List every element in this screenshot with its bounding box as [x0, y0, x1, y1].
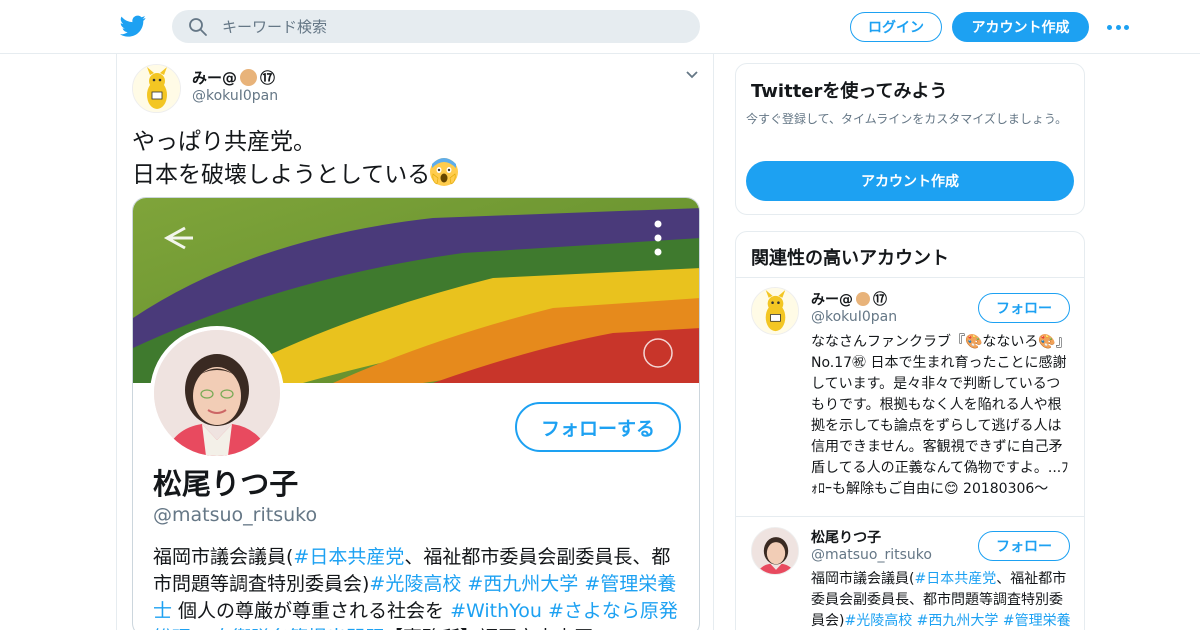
profile-handle: @matsuo_ritsuko: [153, 504, 318, 526]
signup-card-desc: 今すぐ登録して、タイムラインをカスタマイズしましょう。: [746, 112, 1068, 126]
chevron-down-icon[interactable]: [685, 70, 699, 80]
search-icon: [189, 18, 207, 36]
hashtag-link[interactable]: #日本共産党: [293, 546, 404, 568]
avatar[interactable]: [751, 287, 799, 335]
create-account-button[interactable]: アカウント作成: [746, 161, 1074, 201]
author-handle[interactable]: @kokuI0pan: [192, 88, 278, 104]
search-box[interactable]: [172, 10, 700, 43]
account-name-suffix: ⑰: [873, 292, 887, 308]
author-name-text: みー@: [192, 69, 238, 87]
signup-card: Twitterを使ってみよう 今すぐ登録して、タイムラインをカスタマイズしましょ…: [735, 63, 1085, 215]
related-accounts-title: 関連性の高いアカウント: [751, 248, 949, 269]
author-name[interactable]: みー@ ⑰: [192, 67, 275, 88]
hashtag-link[interactable]: #西九州大学: [917, 613, 999, 629]
yellow-character-icon: [133, 65, 180, 112]
account-name[interactable]: 松尾りつ子: [811, 527, 881, 547]
profile-photo-icon: [752, 528, 798, 574]
palette-emoji-icon: [240, 69, 258, 86]
bio-text: 福岡市議会議員(: [153, 546, 294, 568]
follow-button[interactable]: フォロー: [978, 531, 1070, 561]
divider: [736, 277, 1084, 278]
hashtag-link[interactable]: #光陵高校: [844, 613, 912, 629]
screaming-face-emoji: [430, 158, 459, 186]
avatar[interactable]: [751, 527, 799, 575]
account-handle[interactable]: @matsuo_ritsuko: [811, 547, 932, 563]
divider: [736, 516, 1084, 517]
profile-name: 松尾りつ子: [153, 467, 299, 501]
search-input[interactable]: [222, 10, 682, 43]
related-accounts-card: 関連性の高いアカウント みー@ ⑰ @kokuI0pan フォロー ななさんファ…: [735, 231, 1085, 630]
account-handle[interactable]: @kokuI0pan: [811, 309, 897, 325]
bio-text: 福岡市議会議員(: [811, 571, 915, 587]
profile-photo: [150, 326, 284, 460]
account-bio: 福岡市議会議員(#日本共産党、福祉都市委員会副委員長、都市問題等調査特別委員会)…: [811, 569, 1071, 630]
hashtag-link[interactable]: #光陵高校: [369, 573, 461, 595]
hashtag-link[interactable]: #西九州大学: [467, 573, 578, 595]
bio-text: 個人の尊厳が尊重される社会を: [172, 600, 451, 622]
profile-bio: 福岡市議会議員(#日本共産党、福祉都市委員会副委員長、都市問題等調査特別委員会)…: [153, 544, 683, 630]
follow-button[interactable]: フォロー: [978, 293, 1070, 323]
more-dots-icon[interactable]: [1107, 23, 1129, 31]
avatar[interactable]: [132, 64, 181, 113]
hashtag-link[interactable]: #日本共産党: [914, 571, 996, 587]
signup-button[interactable]: アカウント作成: [952, 12, 1089, 42]
signup-card-title: Twitterを使ってみよう: [751, 81, 948, 102]
account-bio: ななさんファンクラブ『🎨なないろ🎨』No.17㊗ 日本で生まれ育ったことに感謝し…: [811, 334, 1070, 497]
hashtag-link[interactable]: #WithYou: [450, 600, 542, 622]
tweet-media-image[interactable]: フォローする 松尾りつ子 @matsuo_ritsuko 福岡市議会議員(#日本…: [132, 197, 700, 630]
twitter-bird-icon[interactable]: [120, 13, 146, 39]
palette-emoji-icon: [856, 292, 870, 306]
follow-button[interactable]: フォローする: [515, 402, 681, 452]
login-button[interactable]: ログイン: [850, 12, 942, 42]
tweet-text-body: やっぱり共産党。 日本を破壊しようとしている: [132, 129, 431, 188]
account-name-text: 松尾りつ子: [811, 530, 882, 546]
tweet-text: やっぱり共産党。 日本を破壊しようとしている: [132, 127, 692, 191]
top-bar: ログイン アカウント作成: [0, 0, 1200, 54]
author-name-suffix: ⑰: [260, 69, 276, 87]
yellow-character-icon: [752, 288, 798, 334]
account-name[interactable]: みー@ ⑰: [811, 289, 887, 309]
tweet: みー@ ⑰ @kokuI0pan やっぱり共産党。 日本を破壊しようとしている: [116, 54, 714, 630]
account-name-text: みー@: [811, 292, 853, 308]
